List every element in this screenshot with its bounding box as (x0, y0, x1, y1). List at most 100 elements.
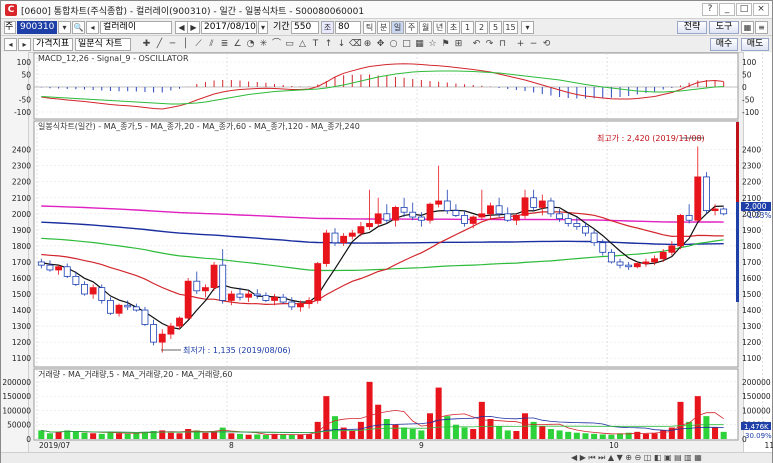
redo-icon[interactable]: ↷ (484, 39, 495, 50)
help-button[interactable]: ? (702, 3, 718, 16)
volume-bar (150, 431, 157, 439)
period-input[interactable]: 550 (291, 21, 319, 34)
candle-body (236, 293, 244, 298)
candle-body (702, 176, 710, 212)
period-year[interactable]: 년 (433, 21, 446, 34)
buy-button[interactable]: 매수 (710, 38, 738, 51)
list-icon[interactable]: ≡ (755, 21, 768, 34)
count-select-icon[interactable]: 조 (321, 21, 334, 34)
minimize-button[interactable]: _ (719, 3, 735, 16)
volume-bar (651, 433, 658, 439)
code-search-icon[interactable]: 🔍 (72, 21, 85, 34)
volume-bar (392, 424, 399, 439)
eraser-tool-icon[interactable]: ⌫ (349, 39, 362, 50)
volume-bar (617, 433, 624, 439)
settings-small-icon[interactable]: ▾ (521, 21, 534, 34)
zoom-in-icon[interactable]: + (515, 39, 526, 50)
cross-icon[interactable]: ✚ (141, 39, 152, 50)
date-input[interactable]: 2017/08/10 (201, 21, 257, 34)
candle-body (564, 218, 572, 224)
volume-bar (357, 421, 364, 439)
grid-tool-icon[interactable]: ▦ (414, 39, 425, 50)
price-scroll-up[interactable] (736, 122, 739, 302)
calendar-dropdown-icon[interactable]: ▾ (258, 21, 268, 34)
candle-body (81, 283, 88, 295)
circle-tool-icon[interactable]: ○ (388, 39, 399, 50)
line-tool-icon[interactable]: ╱ (154, 39, 165, 50)
trend-tool-icon[interactable]: ⟋ (193, 39, 204, 50)
volume-bar (470, 429, 477, 439)
ruler-tool-icon[interactable]: ⊞ (453, 39, 464, 50)
arc-tool-icon[interactable]: ⌒ (271, 39, 282, 50)
period-15[interactable]: 15 (503, 21, 518, 34)
volume-bar (599, 434, 606, 439)
vline-tool-icon[interactable]: │ (180, 39, 191, 50)
volume-bar (694, 396, 701, 439)
stock-code-input[interactable]: 900310 (17, 21, 57, 34)
period-month[interactable]: 월 (419, 21, 432, 34)
period-second[interactable]: 초 (447, 21, 460, 34)
zoom-out-icon[interactable]: − (528, 39, 539, 50)
cycle-tool-icon[interactable]: ◔ (245, 39, 256, 50)
maximize-button[interactable]: □ (736, 3, 752, 16)
reset-zoom-icon[interactable]: ⟲ (541, 39, 552, 50)
volume-bar (245, 434, 252, 439)
tab-price-indicator[interactable]: 가격지표 (33, 38, 73, 51)
magnet-icon[interactable]: ⊓ (497, 39, 508, 50)
market-prefix[interactable]: 주 (4, 21, 16, 34)
angle-tool-icon[interactable]: ∠ (232, 39, 243, 50)
arrow-down-tool-icon[interactable]: ↓ (336, 39, 347, 50)
channel-tool-icon[interactable]: ⫽ (206, 39, 217, 50)
volume-bar (582, 433, 589, 439)
layout-icon[interactable]: ▦ (741, 21, 754, 34)
volume-bar (340, 427, 347, 439)
x-axis-label: 9 (419, 441, 424, 450)
gann-tool-icon[interactable]: ✳ (258, 39, 269, 50)
flag-tool-icon[interactable]: ⚑ (440, 39, 451, 50)
expand-icon[interactable]: ▸ (18, 38, 31, 51)
hline-tool-icon[interactable]: ─ (167, 39, 178, 50)
arrow-up-tool-icon[interactable]: ↑ (323, 39, 334, 50)
period-tick[interactable]: 틱 (363, 21, 376, 34)
triangle-tool-icon[interactable]: △ (297, 39, 308, 50)
text-tool-icon[interactable]: T (310, 39, 321, 50)
volume-bar (254, 434, 261, 439)
candle-body (417, 216, 425, 221)
zoom-tool-icon[interactable]: ⊕ (362, 39, 373, 50)
tab-candle-chart[interactable]: 일분식 차트 (75, 38, 131, 51)
volume-bar (642, 433, 649, 439)
volume-bar (90, 433, 97, 439)
square-tool-icon[interactable]: □ (401, 39, 412, 50)
period-minute[interactable]: 분 (377, 21, 390, 34)
tools-button[interactable]: 도구 (709, 21, 739, 34)
period-week[interactable]: 주 (405, 21, 418, 34)
period-2[interactable]: 2 (475, 21, 488, 34)
volume-bar (625, 432, 632, 439)
rect-tool-icon[interactable]: ▭ (284, 39, 295, 50)
star-tool-icon[interactable]: ☆ (427, 39, 438, 50)
sell-button[interactable]: 매도 (741, 38, 769, 51)
candle-body (582, 226, 589, 234)
candle-body (366, 223, 373, 228)
period-day[interactable]: 일 (391, 21, 404, 34)
ma-5-line (41, 205, 724, 330)
collapse-icon[interactable]: ◂ (4, 38, 17, 51)
period-5[interactable]: 5 (489, 21, 502, 34)
count-input[interactable]: 80 (335, 21, 361, 34)
nav-icons[interactable]: ◀ ▶ ⏮ ⏭ ▲ ▼ ⊕ ⊖ ◫ ◧ ▣ ▤ ▥ ▦ (571, 453, 702, 463)
code-prev-icon[interactable]: ◂ (86, 21, 99, 34)
volume-bar (608, 434, 615, 439)
next-stock-button[interactable]: ▶ (187, 21, 200, 34)
fib-tool-icon[interactable]: ≣ (219, 39, 230, 50)
candle-body (158, 333, 166, 343)
candle-body (392, 206, 399, 221)
volume-ma-60-line (41, 424, 724, 434)
price-scroll-down[interactable] (736, 202, 739, 302)
undo-icon[interactable]: ↶ (471, 39, 482, 50)
pan-tool-icon[interactable]: ✥ (375, 39, 386, 50)
code-dropdown-icon[interactable]: ▾ (58, 21, 71, 34)
strategy-button[interactable]: 전략 (677, 21, 707, 34)
stock-chart[interactable]: 100 10050 500 0-50 -50-100 -1002400 24002300 23… (1, 1, 773, 463)
close-button[interactable]: × (753, 3, 769, 16)
period-1[interactable]: 1 (461, 21, 474, 34)
